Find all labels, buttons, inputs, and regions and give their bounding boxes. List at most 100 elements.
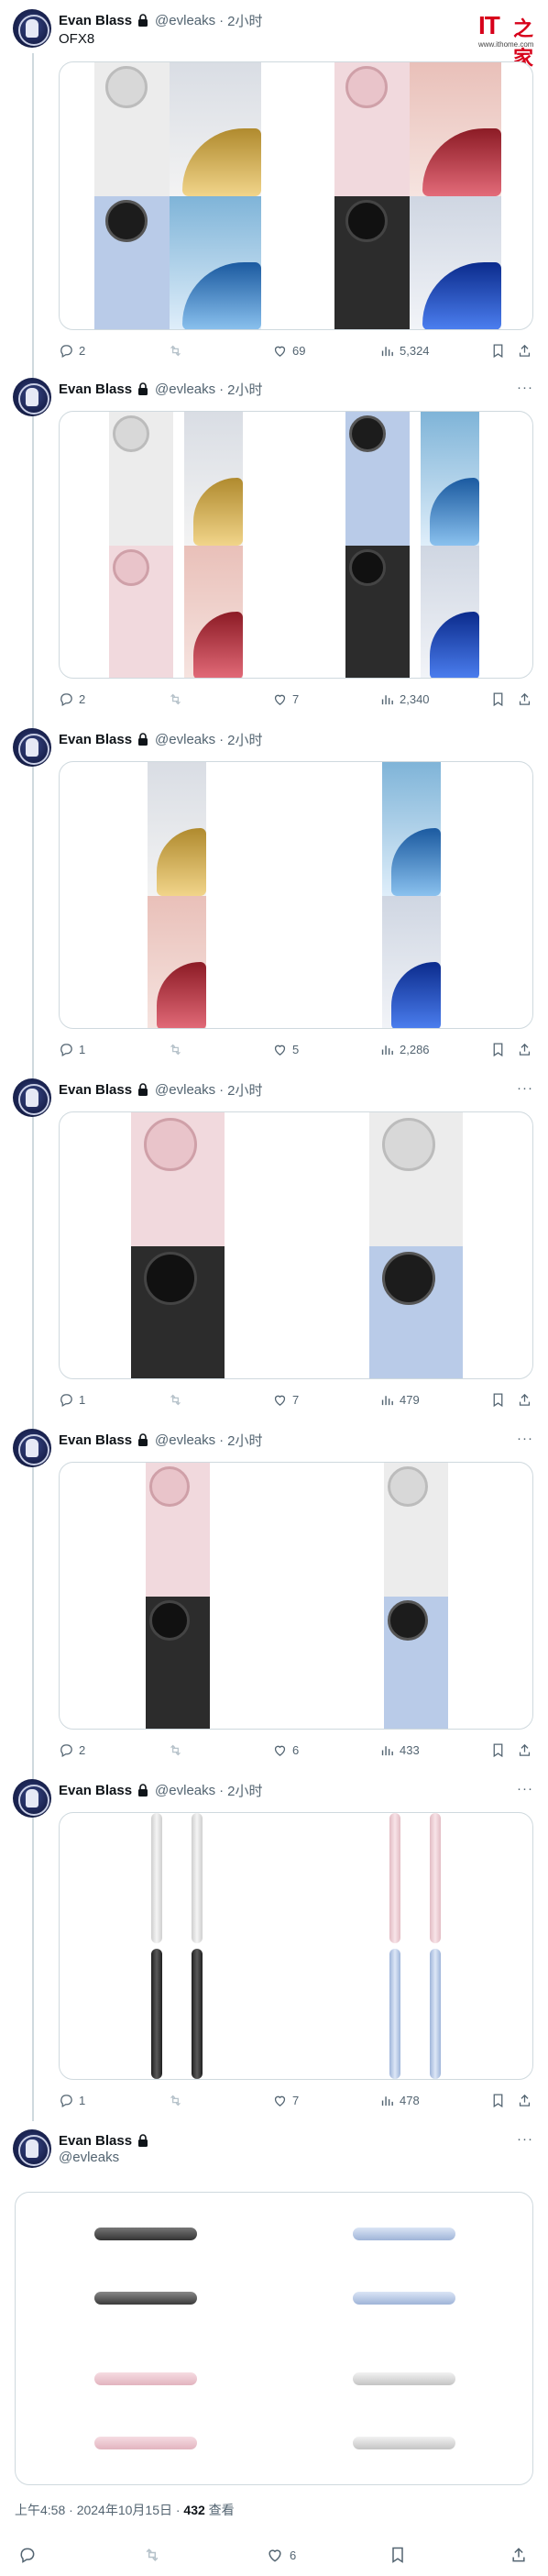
bookmark-button[interactable]	[490, 1392, 506, 1408]
phone-image[interactable]	[410, 62, 501, 196]
reply-button[interactable]: 2	[59, 1742, 85, 1758]
author-handle[interactable]: @evleaks	[155, 1432, 215, 1448]
author-handle[interactable]: @evleaks	[155, 13, 215, 28]
phone-image[interactable]	[334, 62, 410, 196]
phone-image[interactable]	[382, 762, 441, 896]
phone-image[interactable]	[382, 896, 441, 1028]
timestamp-text[interactable]: 上午4:58 · 2024年10月15日 ·	[15, 2503, 183, 2517]
phone-bottom-image[interactable]	[353, 2228, 455, 2240]
avatar[interactable]	[13, 9, 51, 48]
like-button[interactable]: 69	[272, 343, 305, 359]
tweet-time[interactable]: 2小时	[227, 730, 262, 749]
reply-button[interactable]: 2	[59, 691, 85, 707]
share-button[interactable]	[517, 2093, 532, 2108]
retweet-button[interactable]	[143, 2546, 161, 2564]
tweet-4[interactable]: Evan Blass @evleaks · 2小时 ··· 1 7 479	[0, 1078, 548, 1429]
phone-image[interactable]	[131, 1112, 225, 1246]
phone-image[interactable]	[334, 196, 410, 329]
tweet-1[interactable]: Evan Blass @evleaks · 2小时 OFX8 2 69 5,32…	[0, 9, 548, 367]
phone-image[interactable]	[170, 62, 261, 196]
author-handle[interactable]: @evleaks	[155, 732, 215, 747]
avatar[interactable]	[13, 378, 51, 416]
share-button[interactable]	[510, 2546, 528, 2564]
phone-image[interactable]	[369, 1246, 463, 1378]
more-icon[interactable]: ···	[517, 1431, 533, 1446]
phone-image[interactable]	[146, 1463, 210, 1597]
tweet-media[interactable]	[15, 2192, 533, 2485]
bookmark-button[interactable]	[490, 2093, 506, 2108]
bookmark-button[interactable]	[490, 343, 506, 359]
author-handle[interactable]: @evleaks	[59, 2150, 119, 2165]
like-button[interactable]: 7	[272, 691, 299, 707]
reply-button[interactable]	[18, 2546, 37, 2564]
author-name[interactable]: Evan Blass	[59, 13, 132, 28]
bookmark-button[interactable]	[389, 2546, 407, 2564]
share-button[interactable]	[517, 1042, 532, 1057]
like-button[interactable]: 6	[272, 1742, 299, 1758]
tweet-2[interactable]: Evan Blass @evleaks · 2小时 ··· 2 7 2,340	[0, 378, 548, 728]
like-button[interactable]: 7	[272, 2093, 299, 2108]
phone-image[interactable]	[410, 196, 501, 329]
phone-side-image[interactable]	[430, 1813, 441, 1943]
phone-side-image[interactable]	[430, 1949, 441, 2079]
phone-side-image[interactable]	[389, 1949, 400, 2079]
share-button[interactable]	[517, 343, 532, 359]
views-button[interactable]: 2,340	[379, 691, 430, 707]
retweet-button[interactable]	[168, 343, 183, 359]
phone-image[interactable]	[345, 412, 410, 546]
author-handle[interactable]: @evleaks	[155, 1783, 215, 1798]
author-name[interactable]: Evan Blass	[59, 381, 132, 397]
main-tweet[interactable]: Evan Blass @evleaks ···	[0, 2129, 548, 2496]
author-handle[interactable]: @evleaks	[155, 381, 215, 397]
more-icon[interactable]: ···	[517, 2131, 533, 2147]
phone-side-image[interactable]	[389, 1813, 400, 1943]
phone-side-image[interactable]	[192, 1813, 203, 1943]
views-button[interactable]: 2,286	[379, 1042, 430, 1057]
bookmark-button[interactable]	[490, 691, 506, 707]
like-button[interactable]: 6	[266, 2546, 296, 2564]
phone-bottom-image[interactable]	[94, 2292, 197, 2305]
share-button[interactable]	[517, 691, 532, 707]
like-button[interactable]: 5	[272, 1042, 299, 1057]
phone-image[interactable]	[384, 1463, 448, 1597]
phone-image[interactable]	[131, 1246, 225, 1378]
tweet-time[interactable]: 2小时	[227, 1431, 262, 1450]
phone-bottom-image[interactable]	[353, 2437, 455, 2449]
avatar[interactable]	[13, 2129, 51, 2168]
more-icon[interactable]: ···	[517, 380, 533, 395]
tweet-media[interactable]	[59, 761, 533, 1029]
phone-bottom-image[interactable]	[353, 2372, 455, 2385]
tweet-media[interactable]	[59, 1462, 533, 1730]
phone-bottom-image[interactable]	[353, 2292, 455, 2305]
tweet-time[interactable]: 2小时	[227, 1781, 262, 1800]
views-button[interactable]: 479	[379, 1392, 420, 1408]
avatar[interactable]	[13, 1429, 51, 1467]
author-name[interactable]: Evan Blass	[59, 1783, 132, 1798]
phone-side-image[interactable]	[151, 1813, 162, 1943]
phone-image[interactable]	[345, 546, 410, 678]
author-name[interactable]: Evan Blass	[59, 2133, 132, 2149]
author-name[interactable]: Evan Blass	[59, 732, 132, 747]
tweet-time[interactable]: 2小时	[227, 1080, 262, 1100]
phone-bottom-image[interactable]	[94, 2437, 197, 2449]
phone-image[interactable]	[369, 1112, 463, 1246]
share-button[interactable]	[517, 1742, 532, 1758]
avatar[interactable]	[13, 1078, 51, 1117]
phone-side-image[interactable]	[151, 1949, 162, 2079]
phone-image[interactable]	[184, 546, 243, 678]
views-button[interactable]: 5,324	[379, 343, 430, 359]
phone-image[interactable]	[146, 1597, 210, 1729]
reply-button[interactable]: 1	[59, 1042, 85, 1057]
retweet-button[interactable]	[168, 1742, 183, 1758]
phone-image[interactable]	[94, 196, 170, 329]
bookmark-button[interactable]	[490, 1742, 506, 1758]
author-handle[interactable]: @evleaks	[155, 1082, 215, 1098]
phone-image[interactable]	[384, 1597, 448, 1729]
phone-image[interactable]	[421, 412, 479, 546]
retweet-button[interactable]	[168, 2093, 183, 2108]
tweet-5[interactable]: Evan Blass @evleaks · 2小时 ··· 2 6 433	[0, 1429, 548, 1779]
tweet-media[interactable]	[59, 411, 533, 679]
phone-image[interactable]	[148, 896, 206, 1028]
retweet-button[interactable]	[168, 1392, 183, 1408]
avatar[interactable]	[13, 728, 51, 767]
